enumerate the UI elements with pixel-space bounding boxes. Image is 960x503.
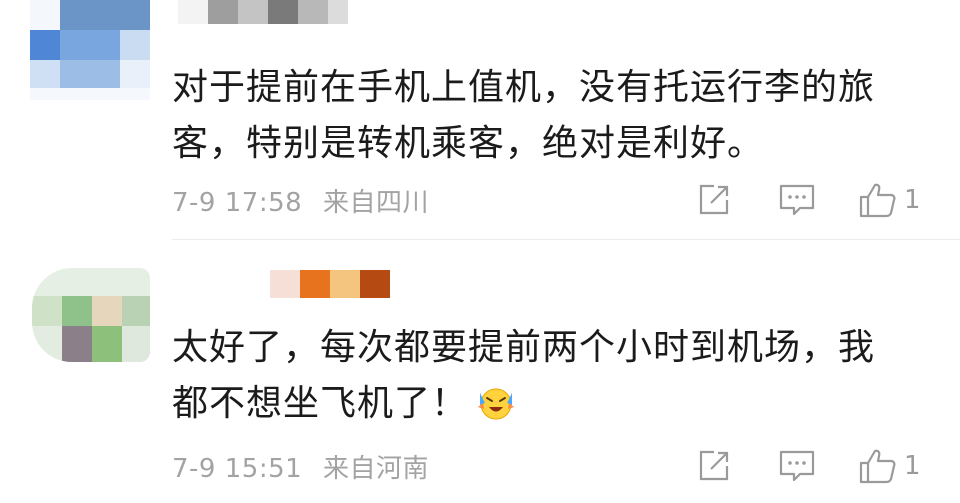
username-mosaic[interactable] bbox=[270, 270, 390, 298]
avatar[interactable] bbox=[30, 0, 150, 100]
thumbs-up-icon bbox=[859, 449, 896, 484]
comment-actions: 1 bbox=[696, 180, 936, 220]
thumbs-up-icon bbox=[859, 183, 896, 218]
comment-meta: 7-9 15:51 来自河南 bbox=[172, 448, 429, 485]
location: 来自四川 bbox=[322, 188, 429, 218]
avatar[interactable] bbox=[32, 268, 150, 362]
laughing-crying-face-icon bbox=[476, 383, 516, 423]
comment-icon bbox=[779, 450, 815, 482]
like-count: 1 bbox=[904, 451, 921, 481]
reply-button[interactable] bbox=[778, 180, 816, 220]
comment-item: 太好了，每次都要提前两个小时到机场，我 都不想坐飞机了！ 7-9 15:51 来… bbox=[0, 240, 960, 503]
comment-item: 对于提前在手机上值机，没有托运行李的旅 客，特别是转机乘客，绝对是利好。 7-9… bbox=[0, 0, 960, 240]
timestamp: 7-9 15:51 bbox=[172, 454, 303, 484]
share-button[interactable] bbox=[696, 180, 732, 220]
username-mosaic[interactable] bbox=[178, 0, 348, 30]
share-icon bbox=[699, 450, 729, 481]
reply-button[interactable] bbox=[778, 446, 816, 486]
location: 来自河南 bbox=[322, 454, 429, 484]
comment-meta: 7-9 17:58 来自四川 bbox=[172, 182, 429, 219]
share-button[interactable] bbox=[696, 446, 732, 486]
comment-text: 对于提前在手机上值机，没有托运行李的旅 客，特别是转机乘客，绝对是利好。 bbox=[172, 60, 932, 172]
comment-text-line: 都不想坐飞机了！ bbox=[172, 383, 469, 424]
comment-text-line: 太好了，每次都要提前两个小时到机场，我 bbox=[172, 327, 876, 368]
comment-text-line: 客，特别是转机乘客，绝对是利好。 bbox=[172, 123, 765, 164]
timestamp: 7-9 17:58 bbox=[172, 188, 303, 218]
like-count: 1 bbox=[904, 185, 921, 215]
share-icon bbox=[699, 184, 729, 215]
comment-actions: 1 bbox=[696, 446, 936, 486]
like-button[interactable]: 1 bbox=[858, 180, 921, 220]
comment-icon bbox=[779, 184, 815, 216]
comment-text: 太好了，每次都要提前两个小时到机场，我 都不想坐飞机了！ bbox=[172, 320, 932, 432]
like-button[interactable]: 1 bbox=[858, 446, 921, 486]
comment-text-line: 对于提前在手机上值机，没有托运行李的旅 bbox=[172, 67, 876, 108]
